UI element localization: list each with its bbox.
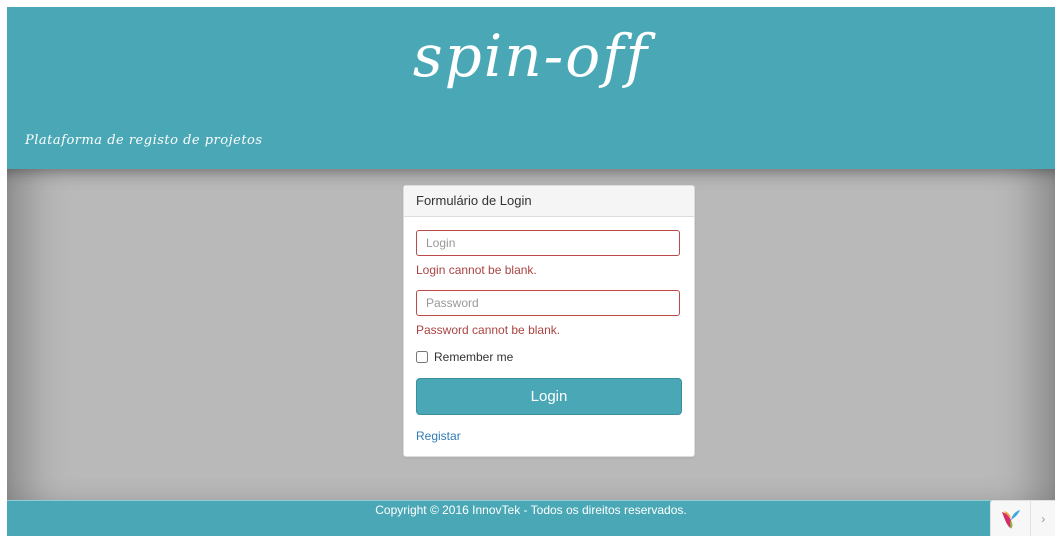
main-content: Formulário de Login Login cannot be blan… [7, 169, 1055, 500]
login-panel: Formulário de Login Login cannot be blan… [403, 185, 695, 457]
debug-toolbar[interactable]: › [990, 500, 1055, 536]
chevron-right-icon[interactable]: › [1030, 501, 1055, 536]
copyright-text: Copyright © 2016 InnovTek - Todos os dir… [375, 503, 687, 517]
login-button[interactable]: Login [416, 378, 682, 415]
password-input[interactable] [416, 290, 680, 316]
page: spin-off Plataforma de registo de projet… [7, 7, 1055, 536]
brand-title[interactable]: spin-off [7, 21, 1055, 91]
login-error: Login cannot be blank. [416, 263, 537, 277]
site-tagline: Plataforma de registo de projetos [25, 133, 263, 148]
yii-logo-icon[interactable] [991, 504, 1030, 534]
login-input[interactable] [416, 230, 680, 256]
password-error: Password cannot be blank. [416, 323, 561, 337]
remember-me-label: Remember me [434, 350, 514, 364]
login-panel-title: Formulário de Login [404, 186, 694, 217]
site-header: spin-off Plataforma de registo de projet… [7, 7, 1055, 169]
register-link[interactable]: Registar [416, 429, 461, 443]
remember-me-checkbox[interactable] [416, 351, 428, 363]
remember-me[interactable]: Remember me [416, 350, 513, 364]
site-footer: Copyright © 2016 InnovTek - Todos os dir… [7, 500, 1055, 536]
